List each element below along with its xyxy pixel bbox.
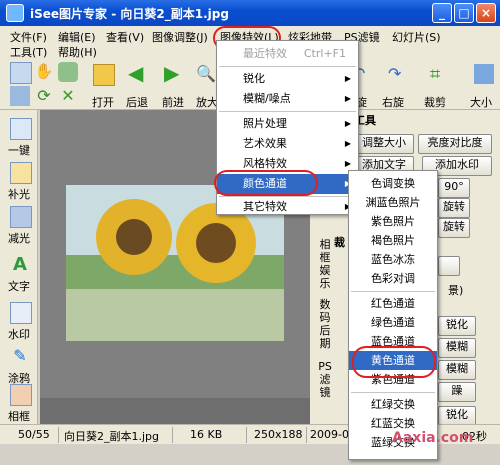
reduce-light-label: 减光 bbox=[8, 232, 30, 245]
annotation-oval-yellow-channel bbox=[352, 346, 436, 378]
frame-label: 相框 bbox=[8, 410, 30, 423]
rotate-right-label[interactable]: 右旋 bbox=[382, 94, 404, 110]
menu-separator bbox=[351, 291, 435, 292]
reduce-light-icon bbox=[10, 206, 32, 228]
fill-light-label: 补光 bbox=[8, 188, 30, 201]
menu-item-blur-noise[interactable]: 模糊/噪点 ▶ bbox=[217, 89, 358, 109]
rotate-button-1[interactable]: 旋转 bbox=[438, 198, 470, 218]
back-arrow-icon[interactable]: ◀ bbox=[128, 63, 148, 84]
menu-item-art-effects[interactable]: 艺术效果 ▶ bbox=[217, 134, 358, 154]
fill-light-icon bbox=[10, 162, 32, 184]
open-folder-icon[interactable] bbox=[93, 64, 115, 86]
shield-icon[interactable] bbox=[58, 62, 78, 82]
menu-image-adjust[interactable]: 图像调整(J) bbox=[152, 29, 208, 45]
open-button-label[interactable]: 打开 bbox=[92, 94, 114, 110]
one-click-label: 一键 bbox=[8, 144, 30, 157]
menu-file[interactable]: 文件(F) bbox=[10, 29, 47, 45]
status-filename: 向日葵2_副本1.jpg bbox=[64, 430, 160, 443]
forward-button-label[interactable]: 前进 bbox=[162, 94, 184, 110]
status-separator bbox=[172, 427, 173, 443]
menu-view[interactable]: 查看(V) bbox=[106, 29, 144, 45]
left-sidebar: 一键 补光 减光 A 文字 水印 ✎ 涂鸦 相框 bbox=[0, 110, 38, 430]
brightness-contrast-button[interactable]: 亮度对比度 bbox=[418, 134, 492, 154]
submenu-item-red-channel[interactable]: 红色通道 bbox=[349, 294, 437, 313]
menu-separator bbox=[219, 66, 356, 67]
submenu-item-blue-freeze[interactable]: 蓝色冰冻 bbox=[349, 250, 437, 269]
menu-edit[interactable]: 编辑(E) bbox=[58, 29, 96, 45]
resize-panel-button[interactable]: 调整大小 bbox=[354, 134, 414, 154]
watermark-icon bbox=[10, 302, 32, 324]
forward-arrow-icon[interactable]: ▶ bbox=[164, 63, 184, 84]
frame-fun-tab[interactable]: 相框娱乐 bbox=[318, 238, 332, 290]
resize-icon[interactable] bbox=[474, 64, 494, 84]
title-bar: iSee图片专家 - 向日葵2_副本1.jpg _ □ × bbox=[0, 0, 500, 26]
close-button[interactable]: × bbox=[476, 3, 496, 23]
zoom-in-icon[interactable]: 🔍 bbox=[196, 64, 216, 84]
resize-label[interactable]: 大小 bbox=[470, 94, 492, 110]
crop-label[interactable]: 裁剪 bbox=[424, 94, 446, 110]
annotation-oval-color-channel bbox=[214, 170, 318, 196]
partial-text-scene: 景) bbox=[448, 284, 464, 297]
color-channel-submenu: 色调变换 渊蓝色照片 紫色照片 褐色照片 蓝色冰冻 色彩对调 红色通道 绿色通道… bbox=[348, 170, 438, 460]
ps-filter-tab[interactable]: PS滤镜 bbox=[318, 360, 332, 399]
crop-section-label: 裁 bbox=[334, 236, 345, 249]
status-separator bbox=[306, 427, 307, 443]
one-click-icon bbox=[10, 118, 32, 140]
rotate-90-button[interactable]: 90° bbox=[438, 178, 470, 198]
submenu-item-brown-photo[interactable]: 褐色照片 bbox=[349, 231, 437, 250]
submenu-item-red-green-swap[interactable]: 红绿交换 bbox=[349, 395, 437, 414]
menu-item-sharpen[interactable]: 锐化 ▶ bbox=[217, 69, 358, 89]
text-label: 文字 bbox=[8, 280, 30, 293]
blur-button-2[interactable]: 模糊 bbox=[438, 360, 476, 380]
status-separator bbox=[246, 427, 247, 443]
menu-item-other-effects[interactable]: 其它特效▶ bbox=[217, 197, 358, 217]
menu-slideshow[interactable]: 幻灯片(S) bbox=[392, 29, 441, 45]
minimize-button[interactable]: _ bbox=[432, 3, 452, 23]
delete-icon[interactable]: ✕ bbox=[58, 86, 78, 106]
site-watermark: Aaxia.com bbox=[392, 430, 474, 446]
noise-button[interactable]: 躁 bbox=[438, 382, 476, 402]
menu-item-photo-processing[interactable]: 照片处理 ▶ bbox=[217, 114, 358, 134]
maximize-button[interactable]: □ bbox=[454, 3, 474, 23]
status-position: 50/55 bbox=[18, 428, 50, 441]
submenu-item-color-swap[interactable]: 色彩对调 bbox=[349, 269, 437, 288]
grid-icon[interactable] bbox=[10, 86, 30, 106]
submenu-item-green-channel[interactable]: 绿色通道 bbox=[349, 313, 437, 332]
crop-icon[interactable]: ⌗ bbox=[430, 64, 450, 85]
digital-post-tab[interactable]: 数码后期 bbox=[318, 298, 332, 350]
thumbnail-icon[interactable] bbox=[10, 62, 32, 84]
menu-separator bbox=[351, 392, 435, 393]
window-title: iSee图片专家 - 向日葵2_副本1.jpg bbox=[30, 7, 229, 21]
back-button-label[interactable]: 后退 bbox=[126, 94, 148, 110]
refresh-icon[interactable]: ⟳ bbox=[34, 86, 54, 106]
rotate-button-2[interactable]: 旋转 bbox=[438, 218, 470, 238]
doodle-icon: ✎ bbox=[13, 346, 27, 365]
hand-icon[interactable]: ✋ bbox=[34, 62, 54, 82]
menu-separator bbox=[219, 111, 356, 112]
status-separator bbox=[58, 427, 59, 443]
watermark-label: 水印 bbox=[8, 328, 30, 341]
partial-button-a[interactable] bbox=[438, 256, 460, 276]
filmstrip[interactable] bbox=[40, 398, 310, 424]
submenu-item-deep-blue-photo[interactable]: 渊蓝色照片 bbox=[349, 193, 437, 212]
menu-item-recent-effects: 最近特效 Ctrl+F1 bbox=[243, 47, 346, 60]
text-icon: A bbox=[13, 254, 27, 275]
submenu-item-tone-shift[interactable]: 色调变换 bbox=[349, 174, 437, 193]
app-icon bbox=[6, 4, 24, 22]
blur-button-1[interactable]: 模糊 bbox=[438, 338, 476, 358]
rotate-right-icon[interactable]: ↷ bbox=[388, 64, 408, 84]
status-filesize: 16 KB bbox=[190, 428, 223, 441]
sharpen-button-2[interactable]: 锐化 bbox=[438, 406, 476, 426]
zoom-in-label[interactable]: 放大 bbox=[196, 94, 218, 110]
sharpen-button[interactable]: 锐化 bbox=[438, 316, 476, 336]
frame-icon bbox=[10, 384, 32, 406]
status-dimensions: 250x188 bbox=[254, 428, 303, 441]
submenu-item-purple-photo[interactable]: 紫色照片 bbox=[349, 212, 437, 231]
reduce-light-button[interactable]: 减光 bbox=[2, 202, 36, 256]
text-button[interactable]: A 文字 bbox=[2, 250, 36, 304]
